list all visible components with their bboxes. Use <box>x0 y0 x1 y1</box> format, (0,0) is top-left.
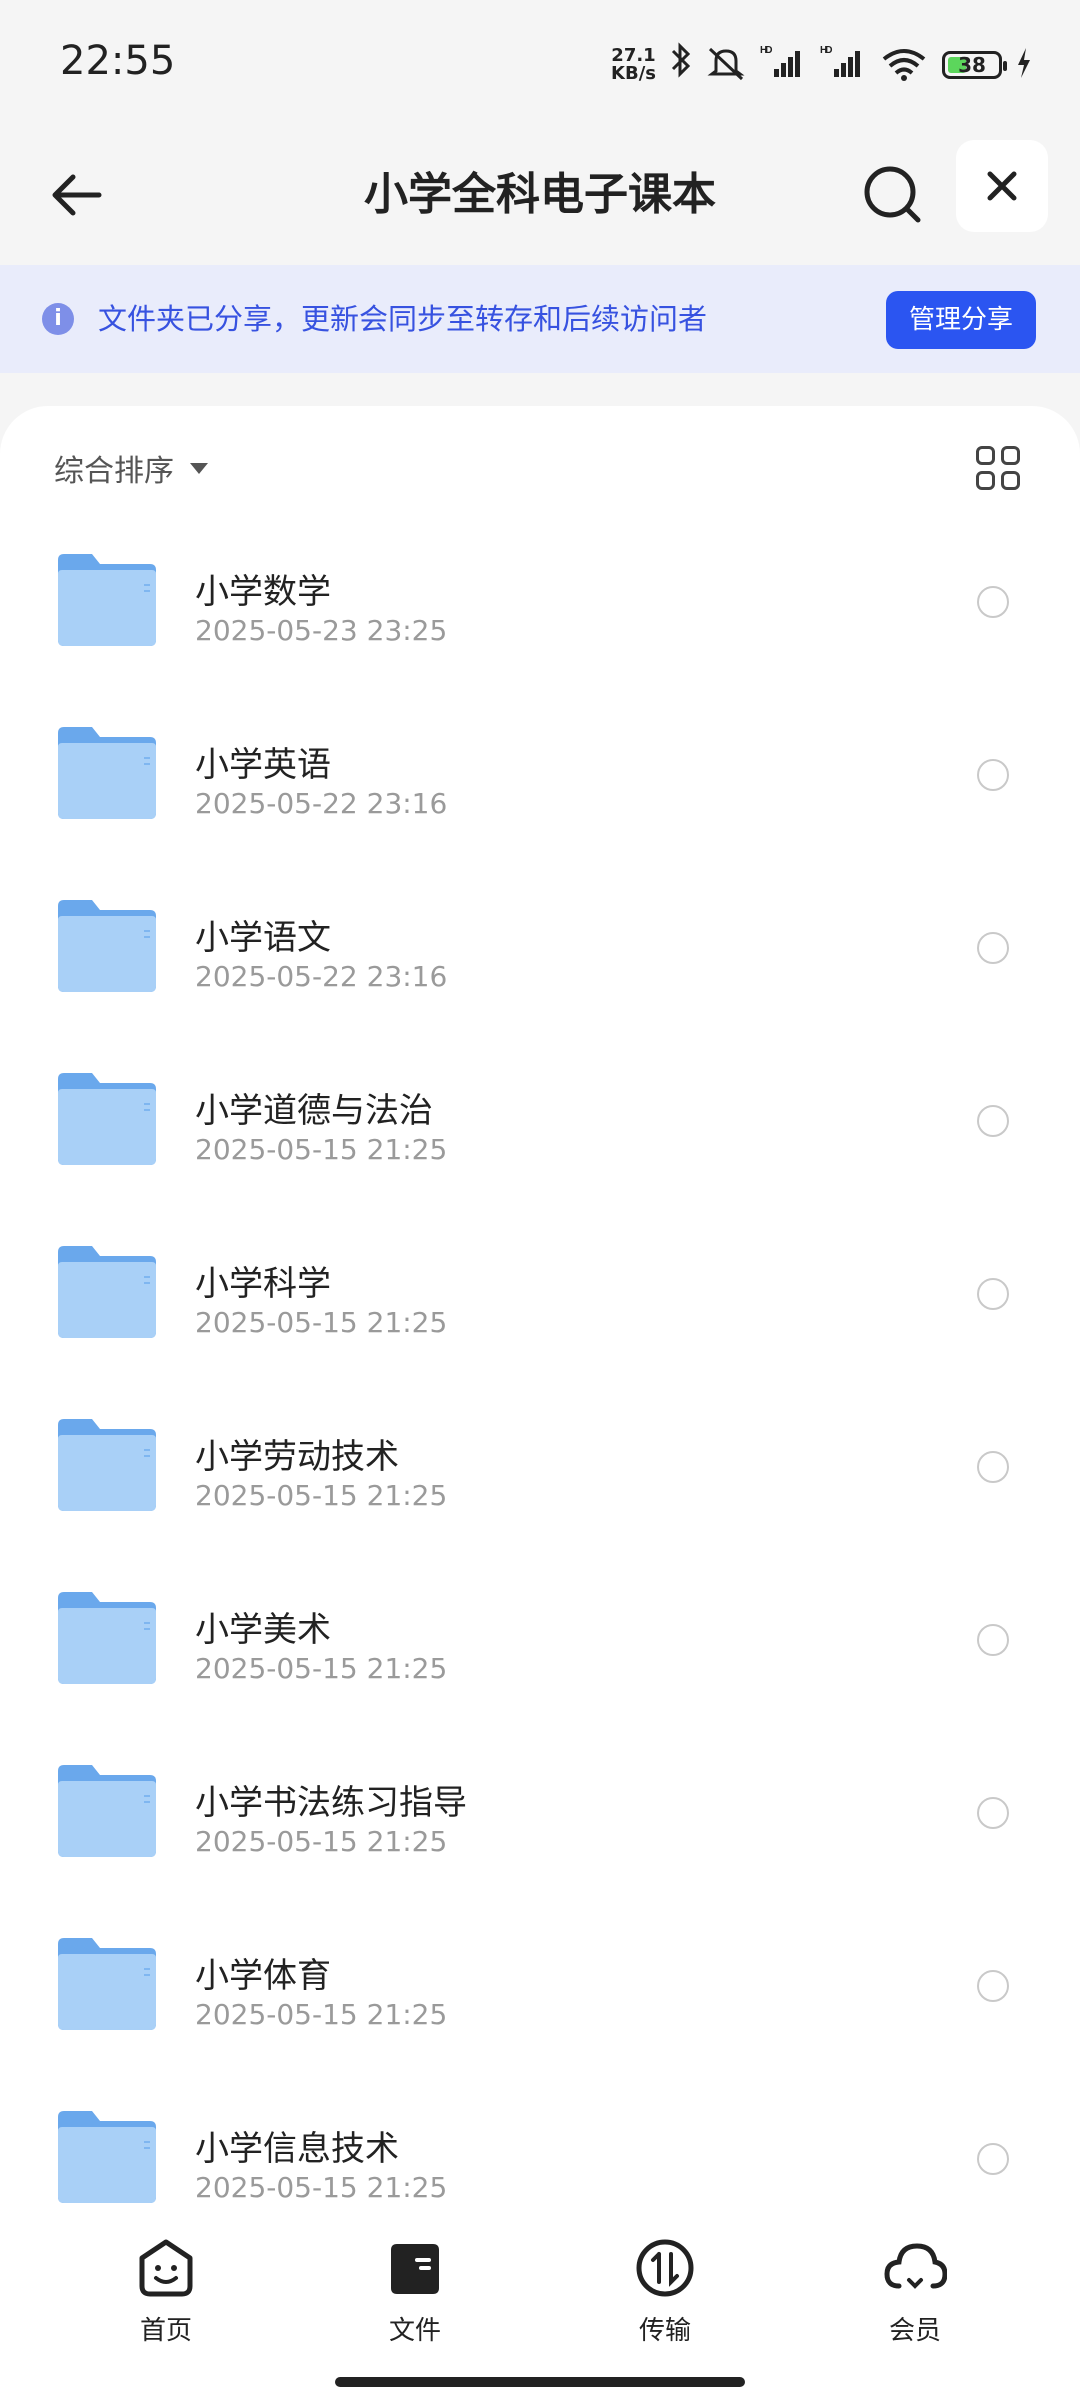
close-button[interactable] <box>956 140 1048 232</box>
list-item[interactable]: 小学语文 2025-05-22 23:16 <box>0 852 1080 1025</box>
wifi-icon <box>880 45 928 85</box>
manage-share-button[interactable]: 管理分享 <box>886 291 1036 349</box>
list-item[interactable]: 小学科学 2025-05-15 21:25 <box>0 1198 1080 1371</box>
folder-icon <box>58 1592 156 1684</box>
share-message: 文件夹已分享，更新会同步至转存和后续访问者 <box>98 302 708 336</box>
folder-icon <box>58 727 156 819</box>
file-list: 小学数学 2025-05-23 23:25 小学英语 2025-05-22 23… <box>0 506 1080 2226</box>
folder-icon <box>58 2111 156 2203</box>
select-radio[interactable] <box>977 1970 1009 2002</box>
folder-name: 小学美术 <box>195 1610 331 1650</box>
cell-signal-2-icon: HD <box>820 43 866 86</box>
tab-label: 文件 <box>388 2316 441 2346</box>
list-item[interactable]: 小学道德与法治 2025-05-15 21:25 <box>0 1025 1080 1198</box>
select-radio[interactable] <box>977 932 1009 964</box>
list-item[interactable]: 小学信息技术 2025-05-15 21:25 <box>0 2063 1080 2226</box>
tab-home[interactable]: 首页 <box>86 2236 246 2347</box>
tab-label: 传输 <box>638 2316 691 2346</box>
folder-date: 2025-05-15 21:25 <box>195 1133 448 1166</box>
folder-date: 2025-05-15 21:25 <box>195 1825 448 1858</box>
network-speed-value: 27.1 <box>611 44 656 66</box>
list-item[interactable]: 小学英语 2025-05-22 23:16 <box>0 679 1080 852</box>
tab-transfer[interactable]: 传输 <box>585 2236 745 2347</box>
folder-name: 小学数学 <box>195 572 331 612</box>
battery-icon: 38 <box>942 50 1007 79</box>
folder-name: 小学科学 <box>195 1264 331 1304</box>
folder-name: 小学道德与法治 <box>195 1091 433 1131</box>
folder-name: 小学书法练习指导 <box>195 1783 467 1823</box>
signal-1-label: HD <box>760 45 772 56</box>
folder-icon <box>58 554 156 646</box>
smile-face-icon <box>139 2239 193 2297</box>
folder-date: 2025-05-15 21:25 <box>195 2171 448 2204</box>
folder-date: 2025-05-15 21:25 <box>195 1479 448 1512</box>
tab-label: 会员 <box>888 2316 941 2346</box>
charging-icon <box>1016 47 1032 82</box>
status-bar: 22:55 27.1 KB/s HD HD 38 <box>0 0 1080 130</box>
status-icons: 27.1 KB/s HD HD 38 <box>611 42 1032 87</box>
home-indicator[interactable] <box>335 2377 745 2387</box>
clock: 22:55 <box>60 38 176 84</box>
folder-name: 小学语文 <box>195 918 331 958</box>
mute-bell-icon <box>706 45 746 85</box>
sort-dropdown[interactable]: 综合排序 <box>54 446 208 490</box>
folder-icon <box>58 1246 156 1338</box>
transfer-arrows-icon <box>636 2239 694 2297</box>
folder-date: 2025-05-23 23:25 <box>195 614 448 647</box>
folder-icon <box>58 1938 156 2030</box>
select-radio[interactable] <box>977 1278 1009 1310</box>
select-radio[interactable] <box>977 1105 1009 1137</box>
caret-down-icon <box>190 462 208 474</box>
folder-date: 2025-05-22 23:16 <box>195 960 448 993</box>
cloud-icon <box>884 2243 948 2289</box>
list-item[interactable]: 小学劳动技术 2025-05-15 21:25 <box>0 1371 1080 1544</box>
folder-name: 小学英语 <box>195 745 331 785</box>
network-speed-unit: KB/s <box>611 62 656 84</box>
battery-level: 38 <box>958 52 986 77</box>
folder-icon <box>58 1765 156 1857</box>
list-item[interactable]: 小学书法练习指导 2025-05-15 21:25 <box>0 1717 1080 1890</box>
folder-icon <box>58 1419 156 1511</box>
sort-label: 综合排序 <box>54 454 174 489</box>
close-icon <box>987 171 1017 201</box>
file-list-panel: 综合排序 小学数学 2025-05-23 23:25 小学英语 2025-05-… <box>0 406 1080 2226</box>
folder-date: 2025-05-15 21:25 <box>195 1998 448 2031</box>
select-radio[interactable] <box>977 1624 1009 1656</box>
folder-icon <box>58 1073 156 1165</box>
wallet-folder-icon <box>391 2244 439 2294</box>
select-radio[interactable] <box>977 1797 1009 1829</box>
search-button[interactable] <box>856 158 928 230</box>
list-item[interactable]: 小学美术 2025-05-15 21:25 <box>0 1544 1080 1717</box>
select-radio[interactable] <box>977 586 1009 618</box>
list-item[interactable]: 小学数学 2025-05-23 23:25 <box>0 506 1080 679</box>
grid-view-icon[interactable] <box>976 446 1020 490</box>
folder-name: 小学信息技术 <box>195 2129 399 2169</box>
cell-signal-1-icon: HD <box>760 43 806 86</box>
folder-date: 2025-05-15 21:25 <box>195 1306 448 1339</box>
select-radio[interactable] <box>977 2143 1009 2175</box>
select-radio[interactable] <box>977 1451 1009 1483</box>
tab-files[interactable]: 文件 <box>335 2236 495 2347</box>
search-icon <box>864 166 921 223</box>
list-item[interactable]: 小学体育 2025-05-15 21:25 <box>0 1890 1080 2063</box>
tab-label: 首页 <box>139 2316 192 2346</box>
network-speed: 27.1 KB/s <box>611 44 656 84</box>
share-banner: i 文件夹已分享，更新会同步至转存和后续访问者 管理分享 <box>0 265 1080 373</box>
bluetooth-icon <box>670 42 692 87</box>
tab-membership[interactable]: 会员 <box>835 2236 995 2347</box>
folder-name: 小学体育 <box>195 1956 331 1996</box>
folder-icon <box>58 900 156 992</box>
select-radio[interactable] <box>977 759 1009 791</box>
folder-date: 2025-05-22 23:16 <box>195 787 448 820</box>
svg-text:HD: HD <box>820 45 832 56</box>
folder-name: 小学劳动技术 <box>195 1437 399 1477</box>
info-icon: i <box>42 303 74 335</box>
folder-date: 2025-05-15 21:25 <box>195 1652 448 1685</box>
app-header: 小学全科电子课本 <box>0 130 1080 260</box>
